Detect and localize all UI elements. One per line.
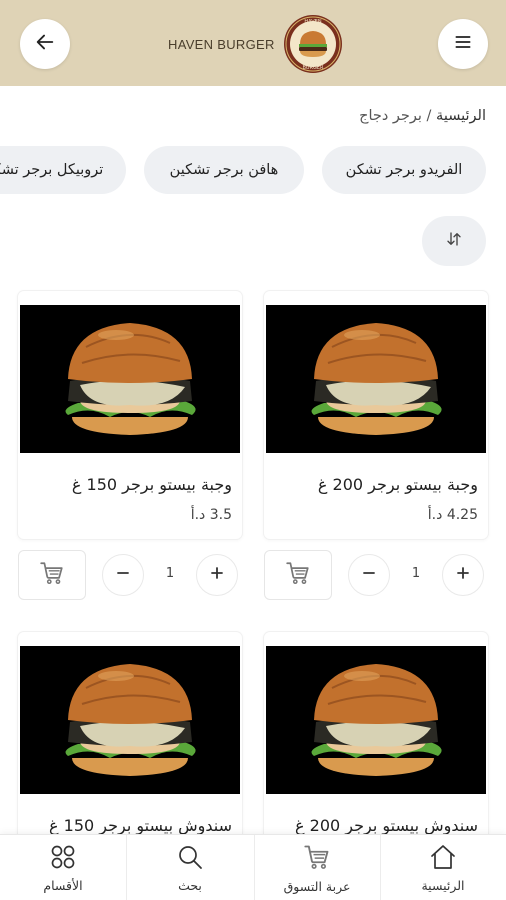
app-header: HAVEN BURGER HAVEN BURGER	[0, 0, 506, 86]
search-icon	[177, 844, 203, 874]
bottom-navigation: الرئيسية عربة التسوق بحث الأقسام	[0, 834, 506, 900]
nav-item-categories[interactable]: الأقسام	[0, 835, 126, 900]
quantity-value: 1	[411, 566, 421, 581]
quantity-value: 1	[165, 566, 175, 581]
product-title: وجبة بيستو برجر 150 غ	[71, 475, 232, 494]
breadcrumb-current: برجر دجاج	[359, 108, 422, 124]
minus-icon	[361, 565, 377, 585]
product-controls: 1	[18, 550, 242, 600]
add-to-cart-button[interactable]	[18, 550, 86, 600]
product-image	[266, 305, 486, 453]
cart-icon	[285, 560, 311, 590]
arrow-left-icon	[34, 31, 56, 57]
sort-button[interactable]	[422, 216, 486, 266]
category-chip[interactable]: تروبيكل برجر تشكن	[0, 146, 126, 194]
decrease-quantity-button[interactable]	[348, 554, 390, 596]
category-chips: الفريدو برجر تشكن هافن برجر تشكين تروبيك…	[0, 146, 506, 194]
plus-icon	[455, 565, 471, 585]
hamburger-menu-icon	[453, 32, 473, 56]
nav-item-home[interactable]: الرئيسية	[380, 835, 506, 900]
nav-divider	[254, 835, 255, 900]
svg-text:HAVEN: HAVEN	[304, 19, 321, 25]
nav-item-label: عربة التسوق	[283, 878, 351, 894]
nav-item-label: الرئيسية	[421, 877, 465, 893]
nav-divider	[126, 835, 127, 900]
haven-burger-logo: HAVEN BURGER	[283, 15, 342, 73]
product-image	[20, 305, 240, 453]
home-icon	[429, 844, 457, 874]
category-chip[interactable]: الفريدو برجر تشكن	[322, 146, 486, 194]
product-image	[266, 646, 486, 794]
menu-button[interactable]	[438, 19, 488, 69]
nav-item-search[interactable]: بحث	[127, 835, 253, 900]
breadcrumb-separator: /	[421, 108, 437, 124]
nav-item-label: بحث	[178, 877, 202, 893]
svg-text:BURGER: BURGER	[302, 65, 324, 71]
product-title: سندوش بيستو برجر 200 غ	[295, 816, 478, 835]
category-chip-label: هافن برجر تشكين	[169, 162, 279, 178]
add-to-cart-button[interactable]	[264, 550, 332, 600]
back-button[interactable]	[20, 19, 70, 69]
brand-name: HAVEN BURGER	[168, 36, 275, 52]
product-image	[20, 646, 240, 794]
product-card[interactable]: وجبة بيستو برجر 200 غ 4.25 د.أ	[264, 291, 488, 539]
cart-icon	[303, 843, 331, 875]
product-title: سندوش بيستو برجر 150 غ	[49, 816, 232, 835]
breadcrumb: الرئيسية / برجر دجاج	[359, 108, 486, 124]
brand: HAVEN BURGER HAVEN BURGER	[168, 14, 343, 74]
increase-quantity-button[interactable]	[196, 554, 238, 596]
category-chip-label: تروبيكل برجر تشكن	[0, 162, 104, 178]
minus-icon	[115, 565, 131, 585]
plus-icon	[209, 565, 225, 585]
category-chip-label: الفريدو برجر تشكن	[345, 162, 463, 178]
category-chip[interactable]: هافن برجر تشكين	[144, 146, 304, 194]
cart-icon	[39, 560, 65, 590]
grid-circles-icon	[50, 844, 76, 874]
nav-divider	[380, 835, 381, 900]
increase-quantity-button[interactable]	[442, 554, 484, 596]
product-price: 3.5 د.أ	[190, 507, 232, 523]
product-title: وجبة بيستو برجر 200 غ	[317, 475, 478, 494]
breadcrumb-home[interactable]: الرئيسية	[436, 108, 486, 124]
product-card[interactable]: وجبة بيستو برجر 150 غ 3.5 د.أ	[18, 291, 242, 539]
product-price: 4.25 د.أ	[427, 507, 478, 523]
product-controls: 1	[264, 550, 488, 600]
decrease-quantity-button[interactable]	[102, 554, 144, 596]
sort-arrows-icon	[445, 230, 463, 252]
nav-item-label: الأقسام	[43, 877, 83, 893]
nav-item-cart[interactable]: عربة التسوق	[254, 835, 380, 900]
